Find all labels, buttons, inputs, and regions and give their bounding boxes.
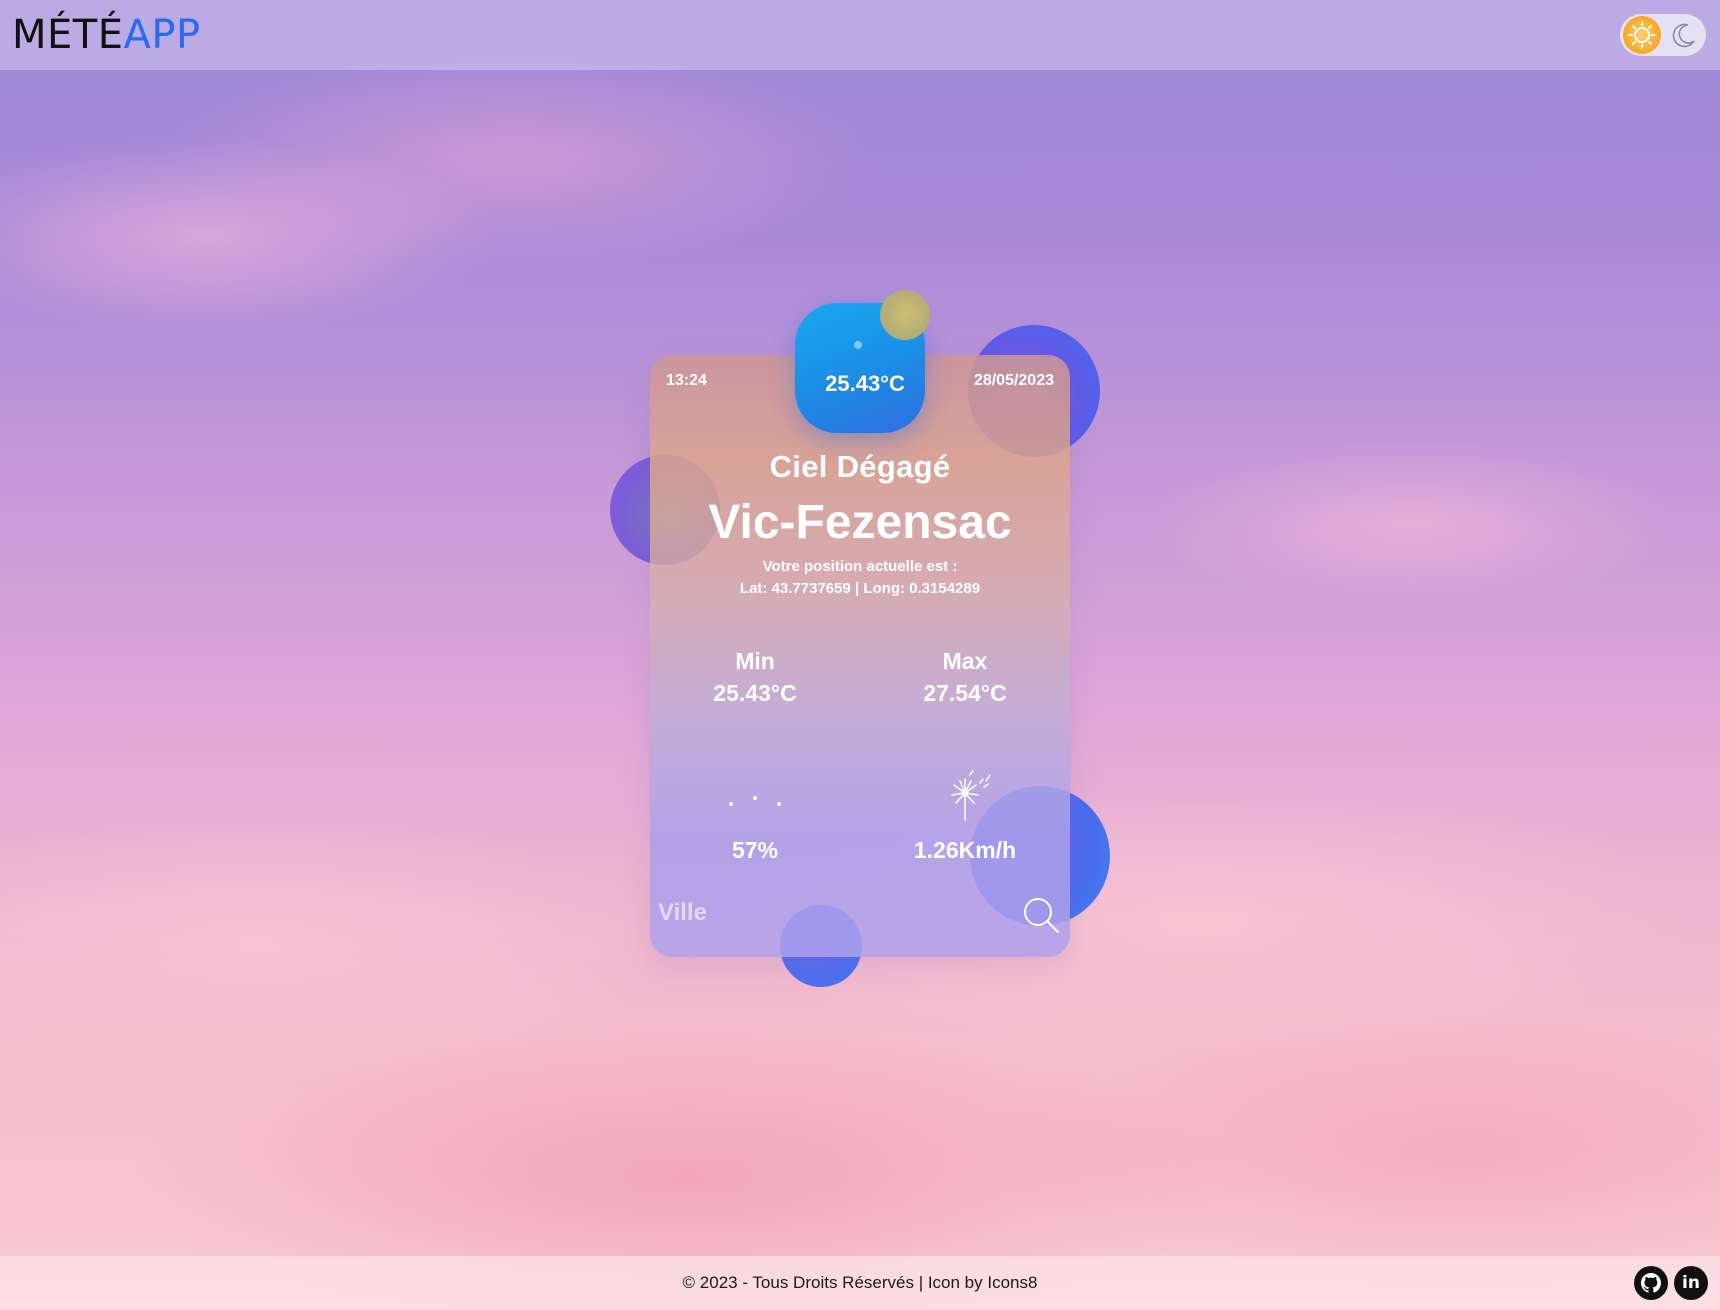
linkedin-icon[interactable]: in <box>1674 1266 1708 1300</box>
social-links: in <box>1634 1266 1708 1300</box>
min-value: 25.43°C <box>713 680 797 706</box>
city-name: Vic-Fezensac <box>708 496 1012 549</box>
position-label: Votre position actuelle est : <box>762 558 958 575</box>
badge-dot <box>854 341 862 349</box>
dandelion-wind-icon <box>940 767 994 822</box>
search-button[interactable] <box>1020 895 1062 937</box>
sun-blob <box>880 290 930 340</box>
city-search-input[interactable] <box>658 893 988 933</box>
logo-main-text: MÉTÉ <box>12 12 124 58</box>
max-label: Max <box>942 648 988 674</box>
theme-toggle[interactable] <box>1620 14 1706 56</box>
humidity-value: 57% <box>731 837 779 863</box>
logo-accent-text: APP <box>123 12 201 58</box>
app-header: MÉTÉ APP <box>0 0 1720 70</box>
max-value: 27.54°C <box>923 680 1007 706</box>
footer-copyright: © 2023 - Tous Droits Réservés | Icon by … <box>682 1273 1038 1292</box>
weather-description: Ciel Dégagé <box>769 449 951 484</box>
moon-icon <box>1665 16 1703 54</box>
search-icon <box>1024 897 1059 933</box>
humidity-dots-icon <box>720 790 790 810</box>
wind-value: 1.26Km/h <box>913 837 1017 863</box>
sun-icon <box>1623 16 1661 54</box>
current-temp: 25.43°C <box>825 371 905 396</box>
position-coords: Lat: 43.7737659 | Long: 0.3154289 <box>739 580 981 597</box>
app-footer: © 2023 - Tous Droits Réservés | Icon by … <box>0 1256 1720 1310</box>
current-time: 13:24 <box>666 372 707 389</box>
min-label: Min <box>735 648 775 674</box>
github-icon[interactable] <box>1634 1266 1668 1300</box>
weather-card: 13:24 28/05/2023 Ciel Dégagé Vic-Fezensa… <box>650 355 1070 957</box>
current-date: 28/05/2023 <box>973 372 1054 389</box>
app-logo[interactable]: MÉTÉ APP <box>12 12 201 58</box>
